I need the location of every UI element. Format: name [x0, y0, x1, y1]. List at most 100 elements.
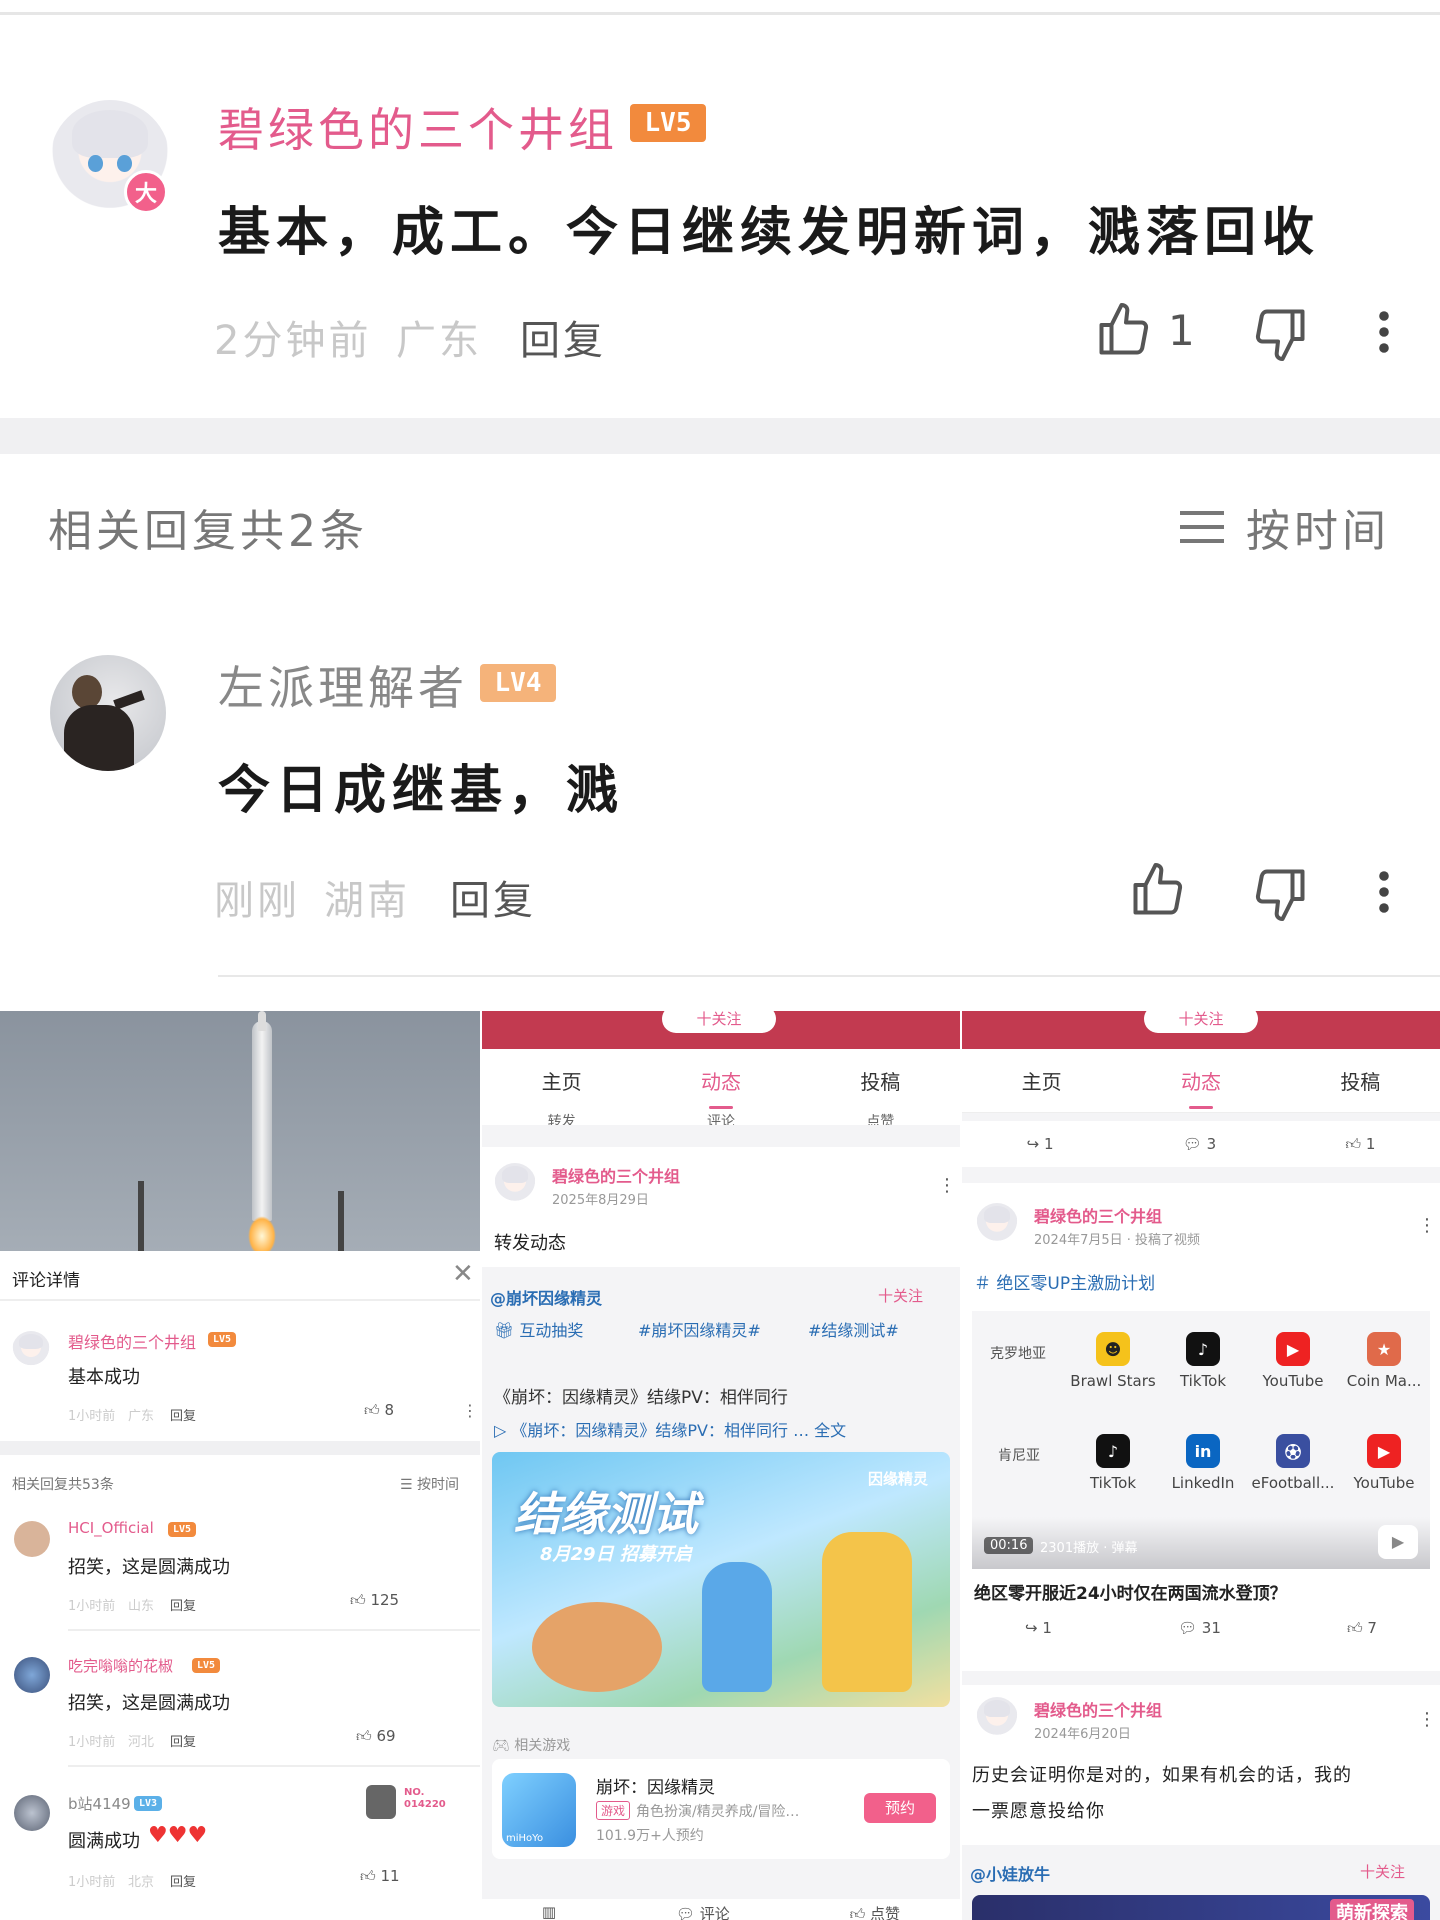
- like-button[interactable]: 👍︎ 69: [356, 1727, 396, 1746]
- tab-dynamic[interactable]: 动态: [1181, 1066, 1221, 1109]
- thumb-up-icon[interactable]: [1128, 860, 1188, 920]
- tab-home[interactable]: 主页: [542, 1066, 582, 1095]
- like-button[interactable]: 👍︎ 125: [350, 1591, 399, 1610]
- like-button[interactable]: 👍︎ 点赞: [850, 1903, 900, 1920]
- menu-icon[interactable]: ▥: [542, 1903, 556, 1920]
- username[interactable]: 碧绿色的三个井组: [552, 1163, 680, 1187]
- username[interactable]: 碧绿色的三个井组: [68, 1329, 196, 1353]
- more-icon[interactable]: [1370, 868, 1398, 916]
- follow-button[interactable]: 十关注: [878, 1285, 923, 1306]
- username[interactable]: 碧绿色的三个井组: [1034, 1203, 1162, 1227]
- like-button[interactable]: 👍︎ 11: [360, 1867, 400, 1886]
- sort-button[interactable]: 按时间: [1178, 495, 1390, 559]
- comment-button[interactable]: 💬︎ 31: [1178, 1619, 1221, 1638]
- tag-test[interactable]: #结缘测试#: [808, 1317, 899, 1341]
- efootball-icon: ⚽︎: [1276, 1434, 1310, 1468]
- reserve-button[interactable]: 预约: [864, 1793, 936, 1823]
- avatar[interactable]: [494, 1163, 536, 1205]
- close-icon[interactable]: ✕: [452, 1259, 474, 1289]
- video-title[interactable]: 绝区零开服近24小时仅在两国流水登顶？: [974, 1579, 1287, 1604]
- comment-button[interactable]: 💬︎ 评论: [676, 1903, 730, 1920]
- share-button[interactable]: ↪ 1: [1027, 1135, 1054, 1153]
- avatar[interactable]: [14, 1657, 50, 1693]
- username[interactable]: b站4149: [68, 1793, 131, 1814]
- follow-button[interactable]: 十关注: [1144, 1011, 1258, 1033]
- like-count: 8: [384, 1401, 394, 1419]
- like-button[interactable]: 点赞: [866, 1111, 894, 1125]
- reply-button[interactable]: 回复: [170, 1731, 196, 1750]
- comment-button[interactable]: 评论: [707, 1111, 735, 1125]
- tag-game[interactable]: #崩坏因缘精灵#: [638, 1317, 761, 1341]
- topic-link[interactable]: ＃ 绝区零UP主激励计划: [974, 1269, 1155, 1294]
- comment-location: 北京: [128, 1875, 155, 1890]
- video-link[interactable]: ▷ 《崩坏：因缘精灵》结缘PV：相伴同行 … 全文: [494, 1417, 846, 1441]
- username[interactable]: 碧绿色的三个井组: [218, 94, 618, 160]
- video-thumbnail[interactable]: 克罗地亚 肯尼亚 ☻ Brawl Stars ♪ TikTok ▶ YouTube ★…: [972, 1311, 1430, 1569]
- more-icon[interactable]: ⋮: [462, 1401, 478, 1420]
- banner-logo: 因缘精灵: [868, 1470, 929, 1488]
- action-row: ↪ 1 💬︎ 31 👍︎ 7: [962, 1619, 1440, 1638]
- related-games-label: 🎮︎ 相关游戏: [492, 1738, 571, 1754]
- share-button[interactable]: ↪ 1: [1025, 1619, 1052, 1638]
- like-button[interactable]: 👍︎ 7: [1347, 1619, 1377, 1638]
- reply-button[interactable]: 回复: [170, 1871, 196, 1890]
- level-badge: LV5: [630, 104, 706, 142]
- comment-time: 1小时前: [68, 1409, 116, 1424]
- share-button[interactable]: 转发: [548, 1111, 576, 1125]
- game-card[interactable]: miHoYo 崩坏：因缘精灵 游戏 角色扮演/精灵养成/冒险… 101.9万+人…: [492, 1759, 950, 1859]
- thumb-up-icon[interactable]: [1094, 300, 1154, 360]
- fan-no-label: NO.: [404, 1787, 425, 1798]
- follow-button[interactable]: 十关注: [1360, 1861, 1405, 1882]
- app-cell: ☻ Brawl Stars: [1068, 1311, 1158, 1411]
- sort-button[interactable]: ☰ 按时间: [400, 1474, 459, 1494]
- like-count: 69: [376, 1727, 396, 1745]
- tag-lottery[interactable]: 🎁︎ 互动抽奖: [494, 1317, 583, 1341]
- comment-button[interactable]: 💬︎ 3: [1183, 1135, 1216, 1153]
- avatar[interactable]: [976, 1203, 1018, 1245]
- more-icon[interactable]: [1370, 308, 1398, 356]
- more-icon[interactable]: ⋮: [938, 1175, 956, 1196]
- repost-author[interactable]: @小娃放牛: [970, 1861, 1050, 1885]
- avatar[interactable]: [976, 1697, 1018, 1739]
- thumb-down-icon[interactable]: [1250, 304, 1310, 364]
- tab-posts[interactable]: 投稿: [1340, 1066, 1380, 1095]
- username[interactable]: 吃完嗡嗡的花椒: [68, 1655, 173, 1676]
- tab-dynamic[interactable]: 动态: [701, 1066, 741, 1109]
- comment-location: 山东: [128, 1599, 155, 1614]
- username[interactable]: 碧绿色的三个井组: [1034, 1697, 1162, 1721]
- play-icon[interactable]: ▶: [1378, 1525, 1418, 1559]
- sort-label: 按时间: [1246, 506, 1390, 557]
- banner-text: 萌新探索: [1330, 1899, 1414, 1920]
- fan-no-value: 014220: [404, 1799, 446, 1810]
- post-date: 2024年7月5日 · 投稿了视频: [1034, 1233, 1201, 1248]
- avatar[interactable]: [12, 1331, 50, 1369]
- username[interactable]: 左派理解者: [218, 652, 468, 718]
- comment-time: 1小时前: [68, 1875, 116, 1890]
- level-badge: LV5: [168, 1522, 196, 1537]
- avatar[interactable]: [14, 1795, 50, 1831]
- reply-button[interactable]: 回复: [170, 1595, 196, 1614]
- follow-button[interactable]: 十关注: [662, 1011, 776, 1033]
- like-button[interactable]: 👍︎ 1: [1345, 1135, 1375, 1154]
- more-icon[interactable]: ⋮: [1418, 1215, 1436, 1236]
- avatar[interactable]: [50, 655, 166, 771]
- reply-button[interactable]: 回复: [450, 868, 536, 926]
- username[interactable]: HCI_Official: [68, 1519, 154, 1537]
- post-text: 转发动态: [494, 1233, 566, 1254]
- banner-image[interactable]: 结缘测试 8月29日 招募开启 因缘精灵: [492, 1452, 950, 1707]
- tab-posts[interactable]: 投稿: [860, 1066, 900, 1095]
- more-icon[interactable]: ⋮: [1418, 1709, 1436, 1730]
- level-badge: LV3: [134, 1796, 162, 1811]
- repost-author[interactable]: @崩坏因缘精灵: [490, 1285, 602, 1309]
- thumb-down-icon[interactable]: [1250, 864, 1310, 924]
- youtube-icon: ▶: [1367, 1434, 1401, 1468]
- comment-location: 广东: [128, 1409, 155, 1424]
- like-button[interactable]: 👍︎ 8: [364, 1401, 394, 1420]
- reply-button[interactable]: 回复: [170, 1405, 196, 1424]
- avatar[interactable]: [14, 1521, 50, 1557]
- banner-image[interactable]: 萌新探索: [972, 1895, 1430, 1920]
- comment-text: 今日成继基，溅: [218, 760, 625, 821]
- video-stats: 2301播放 · 弹幕: [1040, 1541, 1138, 1556]
- tab-home[interactable]: 主页: [1022, 1066, 1062, 1095]
- reply-button[interactable]: 回复: [520, 308, 606, 366]
